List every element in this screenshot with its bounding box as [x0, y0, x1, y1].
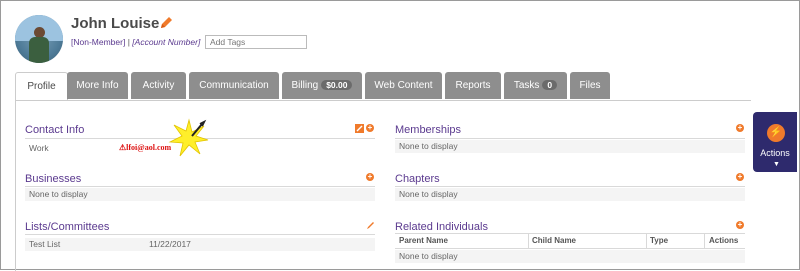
divider — [395, 138, 745, 139]
memberships-empty: None to display — [395, 140, 745, 153]
column-header-parent-name: Parent Name — [399, 236, 448, 245]
lists-committees-title: Lists/Committees — [25, 221, 110, 233]
list-date: 11/22/2017 — [149, 239, 191, 249]
related-individuals-empty: None to display — [395, 250, 745, 263]
add-tags-input[interactable] — [205, 35, 307, 49]
divider — [25, 234, 375, 235]
column-header-type: Type — [650, 236, 669, 245]
tab-files[interactable]: Files — [570, 72, 610, 99]
column-header-child-name: Child Name — [532, 236, 577, 245]
tab-web-content[interactable]: Web Content — [365, 72, 442, 99]
lists-edit-pencil-icon[interactable] — [366, 221, 375, 230]
email-alert[interactable]: ⚠lfoi@aol.com — [119, 143, 171, 152]
contact-info-add-icon[interactable]: + — [366, 124, 374, 132]
contact-info-title: Contact Info — [25, 124, 85, 136]
divider — [528, 234, 529, 248]
tab-billing[interactable]: Billing $0.00 — [282, 72, 362, 99]
tasks-count-badge: 0 — [542, 80, 558, 90]
tab-more-info[interactable]: More Info — [67, 72, 128, 99]
list-name: Test List — [29, 239, 61, 249]
edit-name-pencil-icon[interactable] — [159, 14, 173, 30]
businesses-add-icon[interactable]: + — [366, 173, 374, 181]
column-header-actions: Actions — [709, 236, 739, 245]
tab-activity[interactable]: Activity — [131, 72, 186, 99]
memberships-title: Memberships — [395, 124, 462, 136]
actions-button[interactable]: ⚡ Actions ▼ — [753, 112, 797, 172]
member-meta: [Non-Member] | [Account Number] — [71, 37, 201, 47]
businesses-title: Businesses — [25, 173, 82, 185]
chapters-empty: None to display — [395, 188, 745, 201]
contact-name: John Louise — [71, 15, 160, 32]
businesses-empty: None to display — [25, 188, 375, 201]
related-individuals-add-icon[interactable]: + — [736, 221, 744, 229]
chapters-add-icon[interactable]: + — [736, 173, 744, 181]
tab-profile[interactable]: Profile — [15, 72, 68, 101]
account-number-link[interactable]: [Account Number] — [132, 37, 200, 47]
chevron-down-icon: ▼ — [773, 161, 780, 168]
lightning-icon: ⚡ — [767, 124, 785, 142]
member-status-link[interactable]: [Non-Member] — [71, 37, 125, 47]
divider — [395, 248, 745, 249]
divider — [395, 233, 745, 234]
divider — [704, 234, 705, 248]
billing-amount-badge: $0.00 — [321, 80, 353, 90]
tab-communication[interactable]: Communication — [189, 72, 279, 99]
memberships-add-icon[interactable]: + — [736, 124, 744, 132]
actions-label: Actions — [760, 148, 790, 158]
related-individuals-title: Related Individuals — [395, 221, 488, 233]
tab-reports[interactable]: Reports — [445, 72, 501, 99]
avatar[interactable] — [15, 15, 63, 63]
tab-tasks[interactable]: Tasks 0 — [504, 72, 567, 99]
contact-info-edit-icon[interactable] — [355, 124, 364, 133]
divider — [25, 186, 375, 187]
divider — [395, 186, 745, 187]
chapters-title: Chapters — [395, 173, 440, 185]
list-item: Test List 11/22/2017 — [25, 238, 375, 251]
divider — [646, 234, 647, 248]
starburst-pointer-icon — [168, 118, 209, 157]
